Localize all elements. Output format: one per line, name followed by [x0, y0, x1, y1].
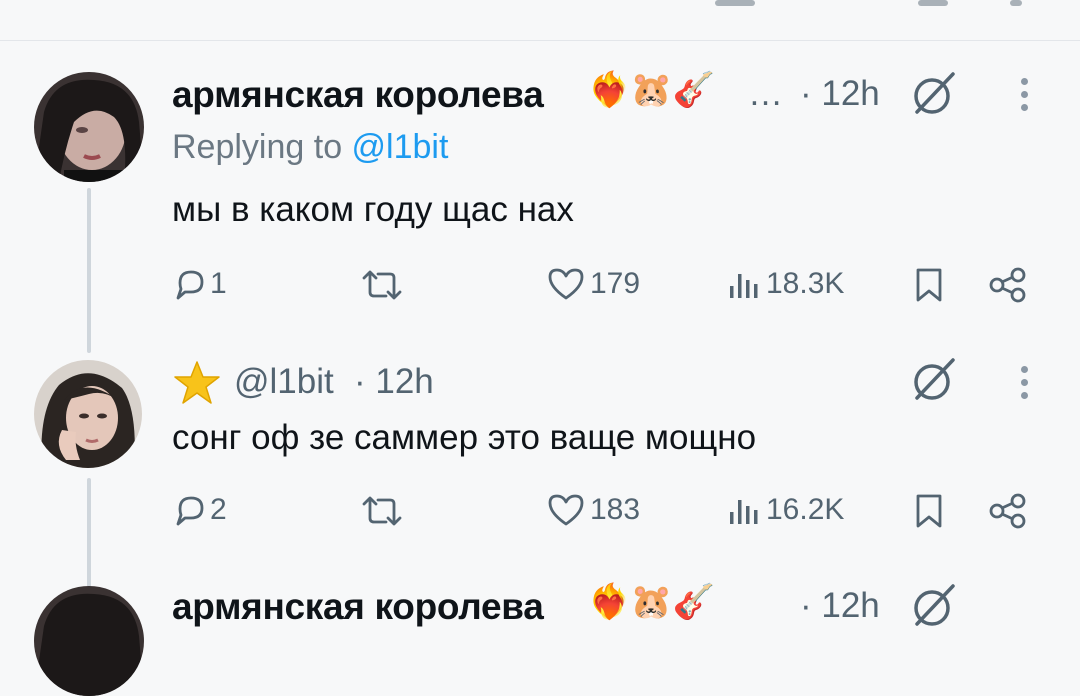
like-button[interactable]: 179: [546, 266, 640, 302]
reply-count: 2: [210, 493, 227, 526]
author-name[interactable]: армянская королева: [172, 586, 544, 628]
heart-icon: [548, 494, 584, 526]
share-button[interactable]: [988, 266, 1028, 304]
verified-star-badge-icon: [173, 360, 221, 411]
share-icon: [989, 267, 1026, 303]
top-bookmark-remnant: [918, 0, 948, 6]
views-button[interactable]: 18.3K: [728, 266, 844, 302]
tweet-text: сонг оф зе саммер это ваще мощно: [172, 418, 757, 457]
views-button[interactable]: 16.2K: [728, 492, 844, 528]
reply-button[interactable]: 1: [172, 266, 227, 302]
view-count: 16.2K: [766, 493, 845, 526]
reply-bubble-icon: [176, 496, 204, 526]
name-ellipsis: …: [748, 74, 783, 113]
heart-icon: [548, 268, 584, 300]
like-count: 183: [590, 493, 641, 526]
author-handle[interactable]: @l1bit: [234, 362, 334, 402]
share-button[interactable]: [988, 492, 1028, 530]
retweet-icon: [362, 270, 402, 300]
more-vertical-icon[interactable]: [1021, 78, 1029, 117]
timestamp[interactable]: · 12h: [354, 362, 434, 402]
avatar[interactable]: [34, 72, 144, 182]
grok-slash-circle-icon[interactable]: [905, 352, 961, 413]
top-divider: [0, 40, 1080, 41]
bookmark-button[interactable]: [914, 492, 944, 530]
like-button[interactable]: 183: [546, 492, 640, 528]
bar-chart-icon: [730, 274, 758, 298]
tweet-text: мы в каком году щас нах: [172, 190, 574, 229]
retweet-button[interactable]: [360, 494, 404, 528]
author-emojis: ❤️‍🔥🐹🎸: [588, 70, 716, 110]
top-share-remnant: [1010, 0, 1022, 6]
bookmark-icon: [916, 494, 942, 528]
reply-count: 1: [210, 267, 227, 300]
replying-handle-link[interactable]: @l1bit: [352, 128, 449, 166]
avatar-photo-icon: [34, 586, 144, 696]
timestamp[interactable]: · 12h: [800, 586, 880, 626]
author-name[interactable]: армянская королева: [172, 74, 544, 116]
retweet-icon: [362, 496, 402, 526]
bookmark-icon: [916, 268, 942, 302]
bookmark-button[interactable]: [914, 266, 944, 304]
thread-line: [87, 188, 91, 353]
reply-bubble-icon: [176, 270, 204, 300]
author-emojis: ❤️‍🔥🐹🎸: [588, 582, 716, 622]
share-icon: [989, 493, 1026, 529]
more-vertical-icon[interactable]: [1021, 366, 1029, 405]
avatar[interactable]: [34, 360, 142, 468]
grok-slash-circle-icon[interactable]: [905, 578, 961, 639]
avatar[interactable]: [34, 586, 144, 696]
grok-slash-circle-icon[interactable]: [905, 66, 961, 127]
avatar-photo-icon: [34, 360, 142, 468]
like-count: 179: [590, 267, 641, 300]
view-count: 18.3K: [766, 267, 845, 300]
timestamp[interactable]: · 12h: [800, 74, 880, 114]
avatar-photo-icon: [34, 72, 144, 182]
top-views-remnant: [715, 0, 755, 6]
bar-chart-icon: [730, 500, 758, 524]
replying-prefix: Replying to: [172, 128, 352, 166]
retweet-button[interactable]: [360, 268, 404, 302]
replying-to: Replying to @l1bit: [172, 128, 448, 167]
reply-button[interactable]: 2: [172, 492, 227, 528]
